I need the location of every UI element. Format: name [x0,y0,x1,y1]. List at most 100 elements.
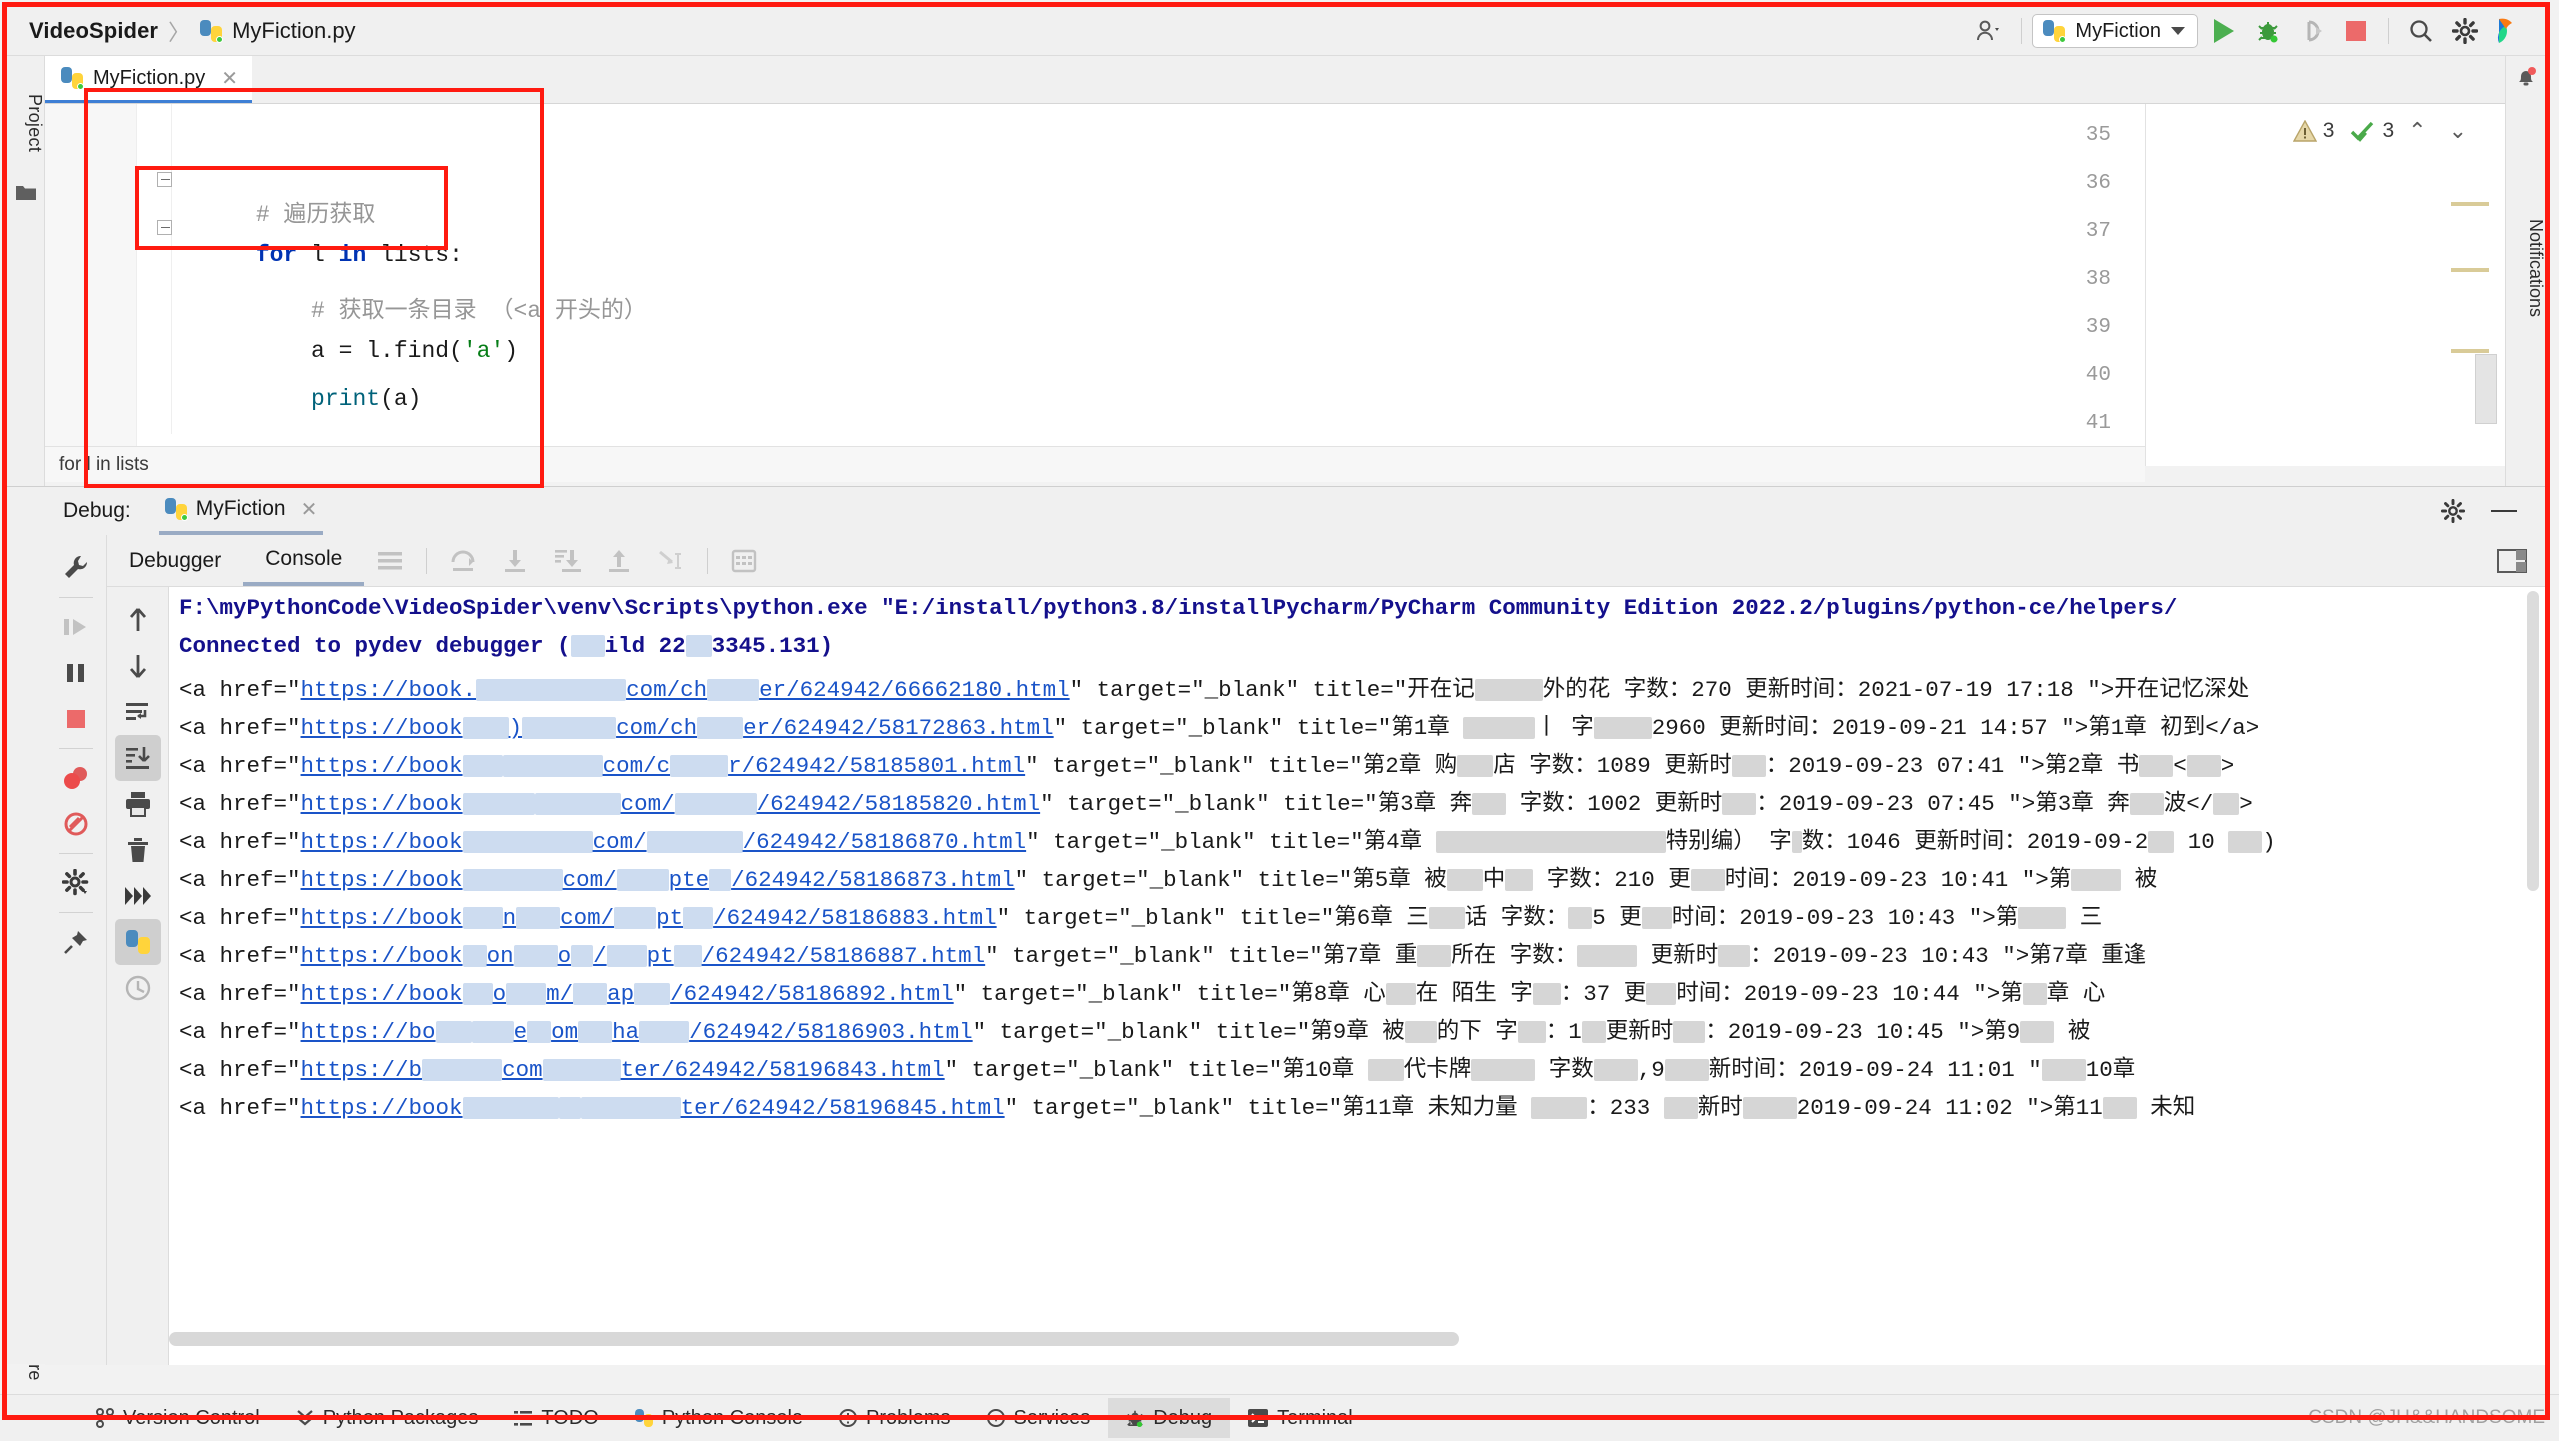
close-icon[interactable]: ✕ [301,497,318,522]
console-link[interactable]: pt [647,943,674,969]
breadcrumb-file[interactable]: MyFiction.py [232,18,355,44]
console-link[interactable]: https://book [301,791,463,817]
breadcrumb-project[interactable]: VideoSpider [29,18,158,44]
rerun-icon[interactable] [2290,11,2334,51]
scroll-down-icon[interactable] [115,643,161,689]
prev-problem-icon[interactable]: ⌃ [2400,118,2434,144]
editor-tab-myfiction[interactable]: MyFiction.py ✕ [45,56,253,103]
console-vscroll-thumb[interactable] [2527,591,2539,891]
editor-scrollbar-thumb[interactable] [2475,354,2497,424]
tab-debugger[interactable]: Debugger [107,535,243,586]
console-link[interactable]: ap [607,981,634,1007]
gear-icon[interactable] [2441,499,2465,523]
inspection-marker[interactable] [2451,202,2489,206]
console-link[interactable]: r/624942/58185801.html [728,753,1025,779]
step-over-icon[interactable] [443,541,483,581]
console-link[interactable]: com [502,1057,543,1083]
console-link[interactable]: ter/624942/58196843.html [621,1057,945,1083]
console-link[interactable]: /624942/58186870.html [743,829,1027,855]
console-link[interactable]: https://book [301,867,463,893]
console-link[interactable]: /624942/58186903.html [689,1019,973,1045]
console-link[interactable]: on [487,943,514,969]
inspection-marker[interactable] [2451,268,2489,272]
console-link[interactable]: com/ch [626,677,707,703]
console-link[interactable]: pt [656,905,683,931]
console-link[interactable]: com/ [593,829,647,855]
resume-icon[interactable] [53,604,99,650]
tab-console[interactable]: Console [243,535,365,586]
console-link[interactable]: om [551,1019,578,1045]
console-link[interactable]: /624942/58186892.html [670,981,954,1007]
pin-icon[interactable] [53,919,99,965]
ide-logo-icon[interactable] [2487,11,2531,51]
console-link[interactable]: com/c [603,753,671,779]
mute-breakpoints-icon[interactable] [53,801,99,847]
console-link[interactable]: com/ch [616,715,697,741]
console-link[interactable]: https://book. [301,677,477,703]
stop-icon[interactable] [2334,11,2378,51]
status-item-python-packages[interactable]: Python Packages [278,1398,497,1438]
console-link[interactable]: o [558,943,572,969]
console-link[interactable]: https://bo [301,1019,436,1045]
console-hscroll-thumb[interactable] [169,1332,1459,1346]
console-link[interactable]: https://book [301,943,463,969]
console-link[interactable]: m/ [546,981,573,1007]
soft-wrap-icon[interactable] [115,689,161,735]
view-breakpoints-icon[interactable] [53,755,99,801]
python-console-icon[interactable] [114,919,161,965]
status-item-debug[interactable]: Debug [1108,1398,1231,1438]
step-into-icon[interactable] [495,541,535,581]
step-out-icon[interactable] [599,541,639,581]
folder-icon[interactable] [15,182,37,204]
run-to-cursor-icon[interactable] [651,541,691,581]
run-configuration-selector[interactable]: MyFiction [2032,14,2198,48]
next-problem-icon[interactable]: ⌄ [2441,118,2475,144]
console-link[interactable]: com/ [563,867,617,893]
console-link[interactable]: o [493,981,507,1007]
console-link[interactable]: e [514,1019,528,1045]
evaluate-expression-icon[interactable] [724,541,764,581]
console-vertical-scrollbar[interactable] [2527,591,2539,1361]
console-link[interactable]: ) [509,715,523,741]
fold-marker-icon[interactable] [157,172,172,187]
console-link[interactable]: er/624942/66662180.html [759,677,1070,703]
status-item-version-control[interactable]: Version Control [78,1398,278,1438]
status-item-problems[interactable]: Problems [821,1398,968,1438]
scroll-up-icon[interactable] [115,597,161,643]
console-link[interactable]: https://book [301,981,463,1007]
console-link[interactable]: / [593,943,607,969]
console-link[interactable]: https://b [301,1057,423,1083]
history-icon[interactable] [115,965,161,1011]
console-output[interactable]: F:\myPythonCode\VideoSpider\venv\Scripts… [169,587,2545,1365]
console-link[interactable]: com/ [560,905,614,931]
wrench-icon[interactable] [53,545,99,591]
inspection-marker[interactable] [2451,349,2489,353]
fold-marker-icon[interactable] [157,220,172,235]
minimize-icon[interactable] [2491,508,2517,514]
settings-icon[interactable] [53,860,99,906]
pause-icon[interactable] [53,650,99,696]
trash-icon[interactable] [115,827,161,873]
settings-icon[interactable] [2443,11,2487,51]
console-link[interactable]: ter/624942/58196845.html [681,1095,1005,1121]
console-link[interactable]: https://book [301,829,463,855]
status-item-python-console[interactable]: Python Console [617,1398,821,1438]
code-editor[interactable]: 35 36 37 38 39 40 41 # 遍历获取 for l in lis… [45,104,2145,466]
console-link[interactable]: /624942/58186883.html [713,905,997,931]
console-link[interactable]: com/ [621,791,675,817]
console-link[interactable]: ha [612,1019,639,1045]
console-link[interactable]: pte [669,867,710,893]
console-link[interactable]: https://book [301,905,463,931]
search-icon[interactable] [2399,11,2443,51]
console-link[interactable]: /624942/58186887.html [702,943,986,969]
layout-icon[interactable] [2497,548,2527,573]
close-icon[interactable]: ✕ [221,66,238,91]
status-item-todo[interactable]: TODO [496,1398,616,1438]
debug-session-tab[interactable]: MyFiction ✕ [158,488,324,535]
sidebar-item-project[interactable]: Project [7,68,45,178]
debug-icon[interactable] [2246,11,2290,51]
console-link[interactable]: /624942/58185820.html [757,791,1041,817]
console-link[interactable]: https://book [301,1095,463,1121]
fast-forward-icon[interactable] [115,873,161,919]
soft-wrap-icon[interactable] [370,541,410,581]
